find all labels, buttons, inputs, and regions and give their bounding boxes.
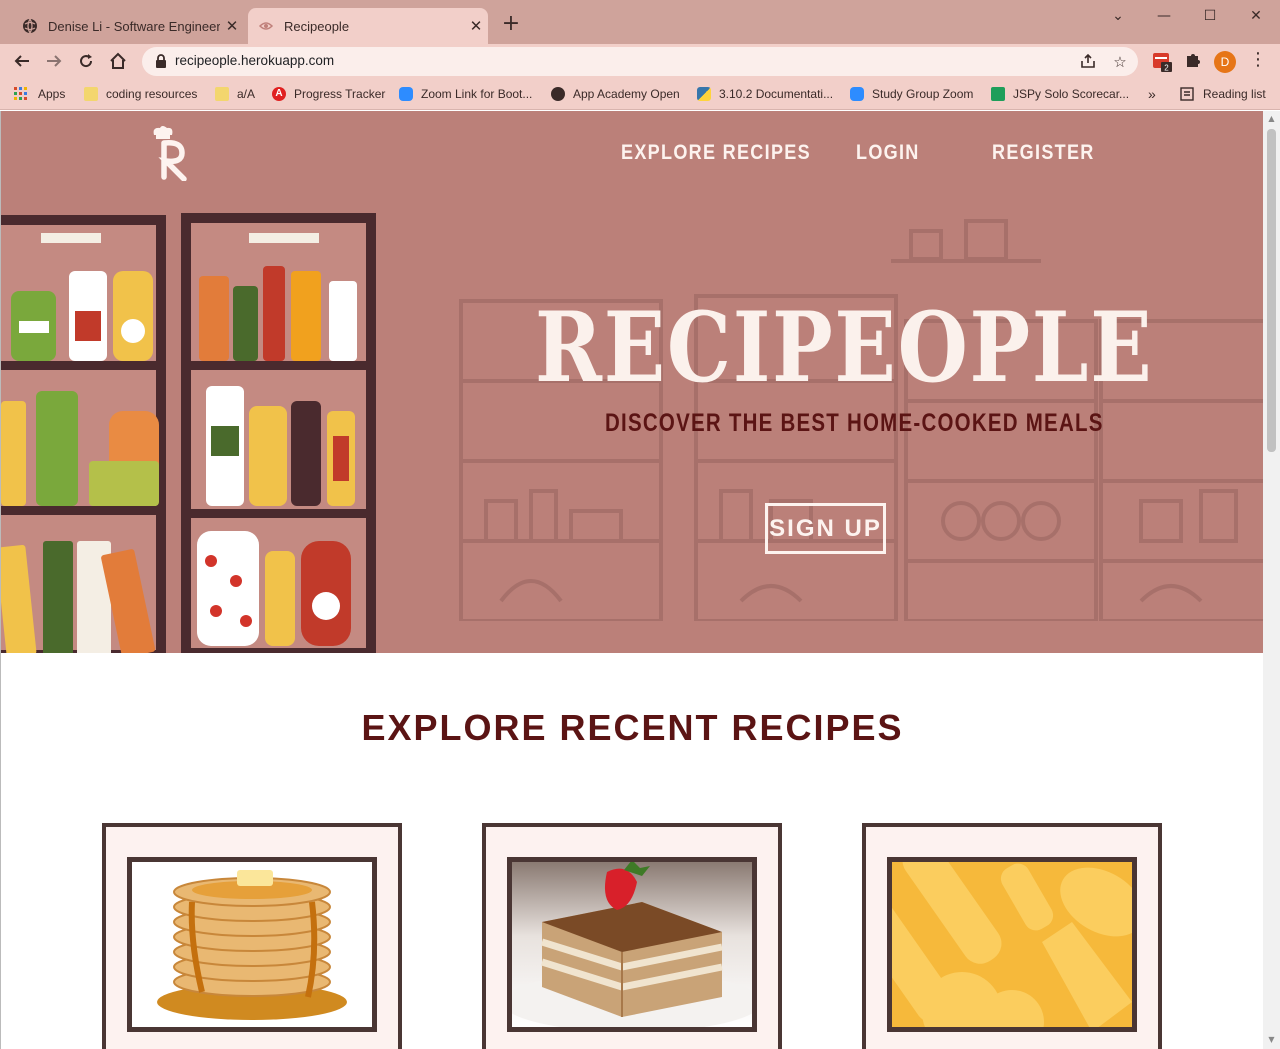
hero-section: EXPLORE RECIPES LOGIN REGISTER RECIPEOPL… bbox=[1, 111, 1263, 653]
bookmarks-bar: Apps coding resources a/A A Progress Tra… bbox=[0, 78, 1280, 110]
apps-grid-icon bbox=[14, 87, 28, 101]
recipeople-logo-icon[interactable] bbox=[148, 125, 194, 181]
placeholder-kitchen-pattern-image bbox=[887, 857, 1137, 1032]
recipeople-favicon-icon bbox=[258, 18, 274, 34]
scroll-down-arrow-icon[interactable]: ▼ bbox=[1267, 1035, 1276, 1045]
nav-explore-recipes-link[interactable]: EXPLORE RECIPES bbox=[621, 141, 811, 165]
bookmark-label: a/A bbox=[237, 87, 256, 101]
recipe-card[interactable] bbox=[862, 823, 1162, 1049]
forward-button[interactable] bbox=[41, 48, 67, 74]
tab-title: Recipeople bbox=[284, 18, 350, 34]
tiramisu-image bbox=[507, 857, 757, 1032]
home-button[interactable] bbox=[105, 48, 131, 74]
bookmark-label: 3.10.2 Documentati... bbox=[719, 87, 834, 101]
bookmark-progress-tracker[interactable]: A Progress Tracker bbox=[272, 85, 385, 103]
bookmark-label: Progress Tracker bbox=[294, 87, 386, 101]
bookmarks-overflow-button[interactable]: » bbox=[1148, 85, 1156, 103]
tab-denise-li[interactable]: Denise Li - Software Engineer ✕ bbox=[12, 8, 244, 44]
svg-text:2: 2 bbox=[1164, 64, 1169, 73]
bookmark-zoom-bootcamp[interactable]: Zoom Link for Boot... bbox=[399, 85, 532, 103]
folder-icon bbox=[215, 87, 229, 101]
bookmark-app-academy-open[interactable]: App Academy Open bbox=[551, 85, 680, 103]
lock-icon bbox=[156, 54, 166, 68]
tab-title: Denise Li - Software Engineer bbox=[48, 18, 220, 34]
reading-list-label: Reading list bbox=[1203, 87, 1266, 101]
bookmark-star-icon[interactable]: ☆ bbox=[1111, 53, 1129, 71]
nav-login-link[interactable]: LOGIN bbox=[856, 141, 920, 165]
scroll-up-arrow-icon[interactable]: ▲ bbox=[1267, 114, 1276, 124]
menu-kebab-icon[interactable]: ⋮ bbox=[1248, 51, 1268, 71]
recipe-card[interactable] bbox=[482, 823, 782, 1049]
bookmark-apps[interactable]: Apps bbox=[14, 85, 65, 103]
close-window-button[interactable]: ✕ bbox=[1233, 0, 1279, 32]
pantry-shelves-illustration bbox=[1, 213, 376, 653]
tab-strip: Denise Li - Software Engineer ✕ Recipeop… bbox=[0, 0, 1280, 44]
folder-icon bbox=[84, 87, 98, 101]
globe-icon bbox=[22, 18, 38, 34]
close-icon[interactable]: ✕ bbox=[464, 17, 488, 35]
share-icon[interactable] bbox=[1079, 53, 1097, 71]
bookmark-study-group-zoom[interactable]: Study Group Zoom bbox=[850, 85, 973, 103]
bookmark-python-docs[interactable]: 3.10.2 Documentati... bbox=[697, 85, 833, 103]
browser-toolbar: recipeople.herokuapp.com ☆ 2 D ⋮ bbox=[0, 44, 1280, 78]
pancake-stack-image bbox=[127, 857, 377, 1032]
tab-search-icon[interactable]: ⌄ bbox=[1095, 0, 1141, 32]
sheets-icon bbox=[991, 87, 1005, 101]
hero-title: RECIPEOPLE bbox=[535, 291, 1154, 404]
bookmark-label: coding resources bbox=[106, 87, 198, 101]
python-icon bbox=[697, 87, 711, 101]
extensions-puzzle-icon[interactable] bbox=[1184, 51, 1204, 71]
nav-register-link[interactable]: REGISTER bbox=[992, 141, 1095, 165]
bookmark-label: Apps bbox=[38, 87, 66, 101]
reading-list-button[interactable]: Reading list bbox=[1180, 85, 1266, 103]
sign-up-button[interactable]: SIGN UP bbox=[765, 503, 886, 554]
red-a-icon: A bbox=[272, 87, 286, 101]
new-tab-button[interactable]: + bbox=[498, 12, 524, 38]
hero-subtitle: DISCOVER THE BEST HOME-COOKED MEALS bbox=[605, 409, 1104, 437]
close-icon[interactable]: ✕ bbox=[220, 17, 244, 35]
reading-list-icon bbox=[1180, 87, 1194, 101]
page-scrollbar[interactable]: ▲ ▼ bbox=[1263, 111, 1280, 1049]
bookmark-label: Zoom Link for Boot... bbox=[421, 87, 533, 101]
address-bar[interactable]: recipeople.herokuapp.com ☆ bbox=[142, 47, 1138, 76]
maximize-button[interactable]: ☐ bbox=[1187, 0, 1233, 32]
zoom-icon bbox=[850, 87, 864, 101]
bookmark-label: Study Group Zoom bbox=[872, 87, 974, 101]
globe-icon bbox=[551, 87, 565, 101]
bookmark-label: App Academy Open bbox=[573, 87, 680, 101]
bookmark-label: JSPy Solo Scorecar... bbox=[1013, 87, 1130, 101]
minimize-button[interactable]: — bbox=[1141, 0, 1187, 32]
page-viewport: EXPLORE RECIPES LOGIN REGISTER RECIPEOPL… bbox=[0, 111, 1263, 1049]
extension-calendar-icon[interactable]: 2 bbox=[1152, 51, 1172, 73]
scrollbar-thumb[interactable] bbox=[1267, 129, 1276, 452]
zoom-icon bbox=[399, 87, 413, 101]
recent-recipes-heading: EXPLORE RECENT RECIPES bbox=[361, 707, 904, 748]
reload-button[interactable] bbox=[73, 48, 99, 74]
bookmark-coding-resources[interactable]: coding resources bbox=[84, 85, 197, 103]
bookmark-aa[interactable]: a/A bbox=[215, 85, 255, 103]
profile-avatar[interactable]: D bbox=[1214, 51, 1236, 73]
url-text: recipeople.herokuapp.com bbox=[175, 53, 335, 68]
bookmark-jspy-scorecard[interactable]: JSPy Solo Scorecar... bbox=[991, 85, 1129, 103]
recipe-card[interactable] bbox=[102, 823, 402, 1049]
back-button[interactable] bbox=[9, 48, 35, 74]
tab-recipeople[interactable]: Recipeople ✕ bbox=[248, 8, 488, 44]
